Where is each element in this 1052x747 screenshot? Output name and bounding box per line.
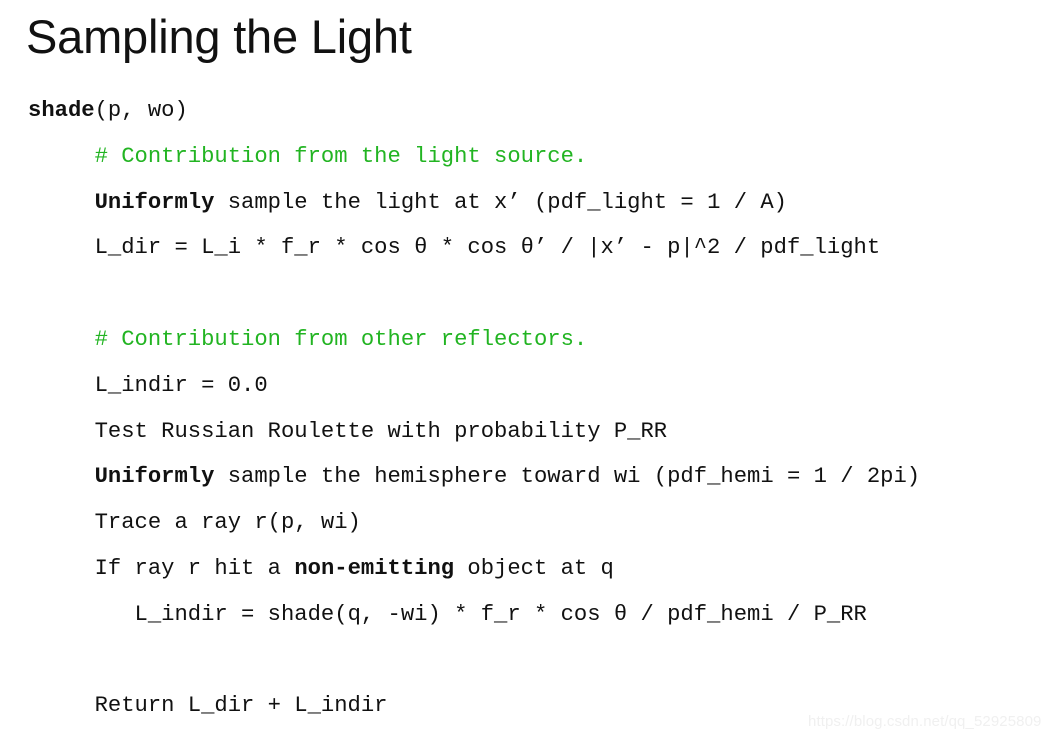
code-line: shade(p, wo) [28, 88, 1052, 134]
code-text: Return L_dir + L_indir [94, 693, 388, 719]
code-text: Trace a ray r(p, wi) [94, 510, 361, 536]
code-comment: # Contribution from the light source. [94, 143, 588, 169]
code-text: object at q [454, 555, 614, 581]
code-keyword: Uniformly [94, 464, 215, 490]
code-keyword: shade [28, 98, 95, 123]
code-keyword: Uniformly [94, 189, 215, 215]
code-text: sample the hemisphere toward wi (pdf_hem… [214, 464, 921, 490]
code-line: Uniformly sample the light at x’ (pdf_li… [28, 180, 1052, 226]
code-line: Trace a ray r(p, wi) [28, 500, 1052, 546]
page-title: Sampling the Light [26, 10, 412, 63]
watermark-text: https://blog.csdn.net/qq_52925809 [808, 713, 1042, 730]
code-text: L_dir = L_i * f_r * cos θ * cos θ’ / |x’… [94, 235, 881, 261]
code-line: L_indir = shade(q, -wi) * f_r * cos θ / … [28, 592, 1052, 638]
code-comment: # Contribution from other reflectors. [94, 326, 588, 352]
slide-canvas: Sampling the Light shade(p, wo) # Contri… [0, 0, 1052, 747]
code-line: # Contribution from the light source. [28, 134, 1052, 180]
code-text: If ray r hit a [94, 555, 295, 581]
code-blank [28, 648, 41, 673]
code-line: Uniformly sample the hemisphere toward w… [28, 454, 1052, 500]
code-blank [28, 281, 41, 306]
code-line: L_dir = L_i * f_r * cos θ * cos θ’ / |x’… [28, 225, 1052, 271]
code-line: # Contribution from other reflectors. [28, 317, 1052, 363]
code-text: (p, wo) [94, 98, 188, 123]
pseudocode-block: shade(p, wo) # Contribution from the lig… [28, 88, 1052, 729]
code-text: Test Russian Roulette with probability P… [94, 418, 668, 444]
code-keyword: non-emitting [294, 555, 455, 581]
code-text: L_indir = 0.0 [94, 372, 268, 398]
code-text: sample the light at x’ (pdf_light = 1 / … [214, 189, 787, 215]
code-line [28, 271, 1052, 317]
code-line: L_indir = 0.0 [28, 363, 1052, 409]
code-line: If ray r hit a non-emitting object at q [28, 546, 1052, 592]
code-line: Test Russian Roulette with probability P… [28, 409, 1052, 455]
code-line [28, 638, 1052, 684]
code-text: L_indir = shade(q, -wi) * f_r * cos θ / … [134, 601, 867, 627]
